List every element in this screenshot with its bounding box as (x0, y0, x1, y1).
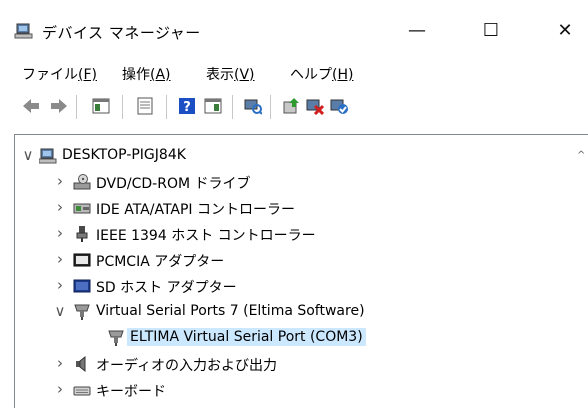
toolbar-separator (270, 95, 271, 119)
svg-text:?: ? (183, 100, 191, 115)
tree-item-eltima-port[interactable]: ELTIMA Virtual Serial Port (COM3) (15, 325, 588, 351)
collapse-chevron-icon[interactable]: ∨ (21, 146, 35, 164)
toolbar-separator (122, 95, 123, 119)
tree-item-label: IEEE 1394 ホスト コントローラー (96, 228, 316, 244)
tree-item-label: キーボード (96, 384, 166, 400)
toolbar-separator (232, 95, 233, 119)
pcmcia-card-icon (73, 253, 91, 267)
scan-hardware-changes-icon[interactable] (244, 97, 262, 115)
tree-root[interactable]: ∨ DESKTOP-PIGJ84K (15, 143, 588, 169)
help-icon[interactable]: ? (178, 97, 196, 115)
title-bar: デバイス マネージャー — ☐ ✕ (0, 0, 588, 58)
tree-item-label: IDE ATA/ATAPI コントローラー (96, 202, 296, 218)
tree-item-pcmcia[interactable]: › PCMCIA アダプター (15, 247, 588, 273)
tree-item-keyboard[interactable]: › キーボード (15, 377, 588, 403)
tree-item-label: PCMCIA アダプター (96, 254, 225, 270)
window-title: デバイス マネージャー (42, 24, 201, 42)
tree-item-audio-io[interactable]: › オーディオの入力および出力 (15, 351, 588, 377)
menu-bar: ファイル(F) 操作(A) 表示(V) ヘルプ(H) (0, 58, 588, 86)
show-hide-console-tree-icon[interactable] (92, 97, 110, 115)
tree-item-label: オーディオの入力および出力 (96, 358, 278, 374)
tree-item-sd-host[interactable]: › SD ホスト アダプター (15, 273, 588, 299)
tree-item-label: ELTIMA Virtual Serial Port (COM3) (127, 328, 366, 346)
update-driver-icon[interactable] (282, 97, 300, 115)
sd-adapter-icon (73, 279, 91, 293)
properties-icon[interactable] (136, 97, 154, 115)
toolbar-separator (76, 95, 77, 119)
minimize-button[interactable]: — (394, 12, 440, 48)
speaker-icon (76, 356, 86, 372)
toolbar: ? (0, 88, 588, 126)
menu-view[interactable]: 表示(V) (206, 64, 255, 84)
dvd-drive-icon (73, 174, 91, 190)
keyboard-icon (73, 386, 91, 396)
firewire-plug-icon (76, 226, 88, 242)
tree-item-dvd[interactable]: › DVD/CD-ROM ドライブ (15, 169, 588, 195)
expand-chevron-icon[interactable]: › (53, 198, 67, 216)
tree-item-virtual-serial-ports[interactable]: ∨ Virtual Serial Ports 7 (Eltima Softwar… (15, 299, 588, 325)
device-tree: ∨ DESKTOP-PIGJ84K › DVD/CD-ROM ドライブ › ID… (14, 134, 588, 408)
show-action-pane-icon[interactable] (204, 97, 222, 115)
close-icon: ✕ (557, 19, 573, 41)
forward-arrow-icon[interactable] (50, 97, 68, 115)
tree-item-label: SD ホスト アダプター (96, 280, 237, 296)
computer-name: DESKTOP-PIGJ84K (62, 147, 186, 163)
back-arrow-icon[interactable] (22, 97, 40, 115)
enable-device-icon[interactable] (330, 97, 348, 115)
tree-item-label: DVD/CD-ROM ドライブ (96, 176, 251, 192)
tree-item-label: Virtual Serial Ports 7 (Eltima Software) (96, 303, 365, 319)
expand-chevron-icon[interactable]: › (53, 224, 67, 242)
scroll-up-icon[interactable]: ^ (577, 150, 585, 161)
tree-item-ieee1394[interactable]: › IEEE 1394 ホスト コントローラー (15, 221, 588, 247)
computer-icon (39, 148, 57, 164)
menu-action[interactable]: 操作(A) (122, 64, 171, 84)
menu-file[interactable]: ファイル(F) (22, 64, 97, 84)
toolbar-separator (166, 95, 167, 119)
ide-controller-icon (73, 203, 91, 214)
serial-port-icon (74, 304, 90, 320)
serial-port-icon (108, 330, 124, 346)
expand-chevron-icon[interactable]: › (53, 250, 67, 268)
device-manager-icon (14, 23, 33, 39)
collapse-chevron-icon[interactable]: ∨ (53, 302, 67, 320)
close-button[interactable]: ✕ (542, 12, 588, 48)
maximize-icon: ☐ (482, 19, 500, 41)
uninstall-device-icon[interactable] (306, 97, 324, 115)
menu-help[interactable]: ヘルプ(H) (290, 64, 353, 84)
expand-chevron-icon[interactable]: › (53, 380, 67, 398)
expand-chevron-icon[interactable]: › (53, 354, 67, 372)
minimize-icon: — (408, 19, 426, 41)
maximize-button[interactable]: ☐ (468, 12, 514, 48)
tree-item-ide[interactable]: › IDE ATA/ATAPI コントローラー (15, 195, 588, 221)
expand-chevron-icon[interactable]: › (53, 276, 67, 294)
expand-chevron-icon[interactable]: › (53, 172, 67, 190)
